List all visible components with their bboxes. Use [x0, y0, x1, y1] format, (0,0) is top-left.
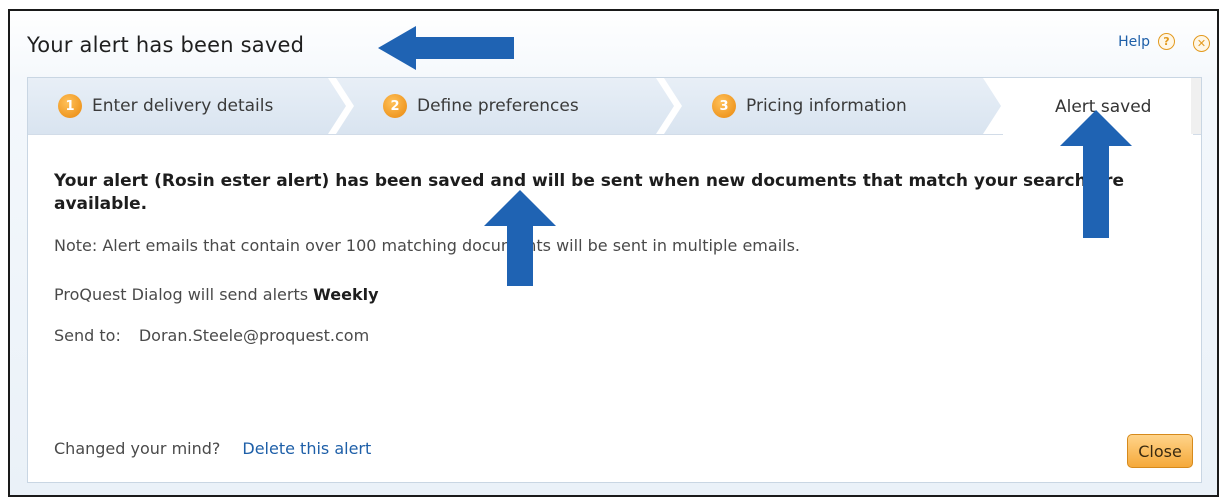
send-to-email: Doran.Steele@proquest.com [138, 326, 370, 345]
delete-alert-link[interactable]: Delete this alert [242, 439, 371, 458]
alert-frequency: ProQuest Dialog will send alerts Weekly [54, 285, 1175, 304]
changed-mind-prompt: Changed your mind? [54, 439, 221, 458]
step-number-badge: 2 [383, 94, 407, 118]
annotation-arrow-left [378, 26, 514, 70]
annotation-arrow-up [484, 190, 556, 286]
step-enter-delivery-details: 1 Enter delivery details [58, 78, 273, 134]
frequency-value: Weekly [313, 285, 379, 304]
send-to-row: Send to: Doran.Steele@proquest.com [54, 326, 1175, 345]
step-number-badge: 3 [712, 94, 736, 118]
help-label[interactable]: Help [1118, 34, 1150, 50]
step-separator-chevron [328, 78, 354, 134]
dialog-title: Your alert has been saved [27, 33, 305, 57]
close-button[interactable]: Close [1127, 434, 1193, 468]
scrollbar[interactable] [1191, 78, 1201, 134]
alert-panel: 1 Enter delivery details 2 Define prefer… [27, 77, 1202, 483]
question-circle-icon[interactable]: ? [1158, 33, 1175, 50]
send-to-label: Send to: [54, 326, 121, 345]
frequency-prefix: ProQuest Dialog will send alerts [54, 285, 309, 304]
step-separator-chevron [656, 78, 682, 134]
help-link[interactable]: Help ? [1118, 33, 1175, 50]
dialog-footer: Changed your mind? Delete this alert [54, 439, 371, 458]
step-pricing-information: 3 Pricing information [712, 78, 907, 134]
alert-content: Your alert (Rosin ester alert) has been … [54, 170, 1175, 345]
confirmation-message: Your alert (Rosin ester alert) has been … [54, 171, 1125, 214]
multi-email-note: Note: Alert emails that contain over 100… [54, 236, 801, 255]
step-label: Pricing information [746, 96, 907, 116]
step-define-preferences: 2 Define preferences [383, 78, 579, 134]
alert-saved-dialog: Your alert has been saved Help ? ✕ 1 Ent… [8, 9, 1219, 497]
step-label: Define preferences [417, 96, 579, 116]
close-circle-icon[interactable]: ✕ [1193, 35, 1210, 52]
wizard-steps: 1 Enter delivery details 2 Define prefer… [28, 78, 1201, 135]
step-label: Enter delivery details [92, 96, 274, 116]
annotation-arrow-up [1060, 110, 1132, 238]
step-number-badge: 1 [58, 94, 82, 118]
